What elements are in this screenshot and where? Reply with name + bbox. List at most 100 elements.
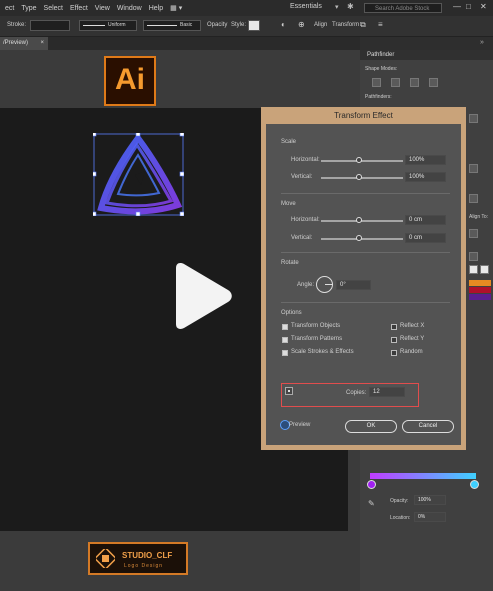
divider xyxy=(281,193,450,194)
stroke-label: Stroke: xyxy=(7,22,27,28)
panel-menu-icon[interactable]: ≡ xyxy=(378,20,383,29)
transform-patterns-label: Transform Patterns xyxy=(291,336,343,342)
illustrator-logo: Ai xyxy=(104,56,156,106)
scale-vertical-field[interactable]: 100% xyxy=(405,172,446,182)
align-to-icon[interactable] xyxy=(469,229,478,238)
opacity-label: Opacity: xyxy=(390,498,409,504)
menu-window[interactable]: Window xyxy=(117,5,142,12)
isolate-icon[interactable]: ⧉ xyxy=(360,20,366,30)
random-checkbox[interactable] xyxy=(391,350,397,356)
studio-logo-icon xyxy=(96,549,115,568)
graphic-style-swatch[interactable] xyxy=(248,20,260,31)
align-label[interactable]: Align xyxy=(314,22,327,28)
location-field[interactable]: 0% xyxy=(414,512,446,522)
recolor-icon[interactable]: ◐ xyxy=(281,20,286,29)
minimize-icon[interactable]: — xyxy=(453,2,461,11)
location-label: Location: xyxy=(390,515,411,521)
swatch-orange[interactable] xyxy=(469,280,491,286)
gradient-slider[interactable] xyxy=(370,473,476,479)
stroke-profile-value: Uniform xyxy=(108,22,126,28)
stock-search-input[interactable]: Search Adobe Stock xyxy=(364,3,442,13)
transform-patterns-checkbox[interactable] xyxy=(282,337,288,343)
workspace-chevron-icon[interactable]: ▾ xyxy=(335,3,339,11)
reflect-y-label: Reflect Y xyxy=(400,336,425,342)
arrange-documents-icon[interactable]: ▦ ▾ xyxy=(170,4,182,12)
stroke-line-icon xyxy=(83,25,105,26)
ok-button[interactable]: OK xyxy=(345,420,397,433)
scale-horizontal-slider[interactable] xyxy=(321,160,403,162)
eyedropper-icon[interactable]: ✎ xyxy=(368,499,375,508)
scale-vertical-slider[interactable] xyxy=(321,177,403,179)
scale-strokes-checkbox[interactable] xyxy=(282,350,288,356)
move-horizontal-slider[interactable] xyxy=(321,220,403,222)
move-vertical-field[interactable]: 0 cm xyxy=(405,233,446,243)
swatch-grid-icon[interactable] xyxy=(480,265,489,274)
find-icon[interactable]: ✱ xyxy=(347,2,354,11)
stroke-profile-select[interactable]: Uniform xyxy=(79,20,137,31)
move-horizontal-knob[interactable] xyxy=(356,217,362,223)
maximize-icon[interactable]: □ xyxy=(466,2,471,11)
minus-front-icon[interactable] xyxy=(391,78,400,87)
pathfinder-op-icon[interactable] xyxy=(469,114,478,123)
preview-label[interactable]: Preview xyxy=(289,422,310,428)
intersect-icon[interactable] xyxy=(410,78,419,87)
cancel-button[interactable]: Cancel xyxy=(402,420,454,433)
swatch-red[interactable] xyxy=(469,287,491,293)
tab-close-icon[interactable]: × xyxy=(40,37,44,50)
move-vertical-slider[interactable] xyxy=(321,238,403,240)
reference-point-icon[interactable] xyxy=(285,387,293,395)
gradient-stop-right[interactable] xyxy=(470,480,479,489)
swatch-white[interactable] xyxy=(469,265,478,274)
scale-section-label: Scale xyxy=(281,139,297,145)
scale-horizontal-field[interactable]: 100% xyxy=(405,155,446,165)
copies-field[interactable]: 12 xyxy=(369,387,405,397)
angle-field[interactable]: 0° xyxy=(336,280,371,290)
play-icon[interactable] xyxy=(168,262,234,330)
exclude-icon[interactable] xyxy=(429,78,438,87)
distribute-icon[interactable] xyxy=(469,252,478,261)
transform-objects-checkbox[interactable] xyxy=(282,324,288,330)
transform-label[interactable]: Transform xyxy=(332,22,359,28)
gradient-stop-left[interactable] xyxy=(367,480,376,489)
swatch-purple[interactable] xyxy=(469,294,491,300)
scale-vertical-knob[interactable] xyxy=(356,174,362,180)
trim-icon[interactable] xyxy=(469,194,478,203)
stroke-weight-field[interactable] xyxy=(30,20,70,31)
move-horizontal-field[interactable]: 0 cm xyxy=(405,215,446,225)
menu-help[interactable]: Help xyxy=(149,5,163,12)
move-vertical-label: Vertical: xyxy=(291,235,313,241)
document-tab-bar: /Preview) × xyxy=(0,37,360,50)
brush-select[interactable]: Basic xyxy=(143,20,201,31)
unite-icon[interactable] xyxy=(372,78,381,87)
scale-strokes-label: Scale Strokes & Effects xyxy=(291,349,354,355)
dialog-title: Transform Effect xyxy=(334,111,393,120)
menu-view[interactable]: View xyxy=(95,5,110,12)
scale-horizontal-knob[interactable] xyxy=(356,157,362,163)
close-icon[interactable]: ✕ xyxy=(480,2,487,11)
menu-type[interactable]: Type xyxy=(21,5,36,12)
opacity-label[interactable]: Opacity xyxy=(207,22,227,28)
rotate-section-label: Rotate xyxy=(281,260,299,266)
angle-label: Angle: xyxy=(297,282,315,288)
workspace-switcher[interactable]: Essentials xyxy=(290,3,322,10)
reflect-y-checkbox[interactable] xyxy=(391,337,397,343)
menu-effect[interactable]: Effect xyxy=(70,5,88,12)
move-vertical-knob[interactable] xyxy=(356,235,362,241)
document-tab[interactable]: /Preview) × xyxy=(0,37,48,50)
brush-line-icon xyxy=(147,25,177,26)
reflect-x-checkbox[interactable] xyxy=(391,324,397,330)
divide-icon[interactable] xyxy=(469,164,478,173)
selected-triangle-artwork[interactable] xyxy=(93,133,184,216)
menu-object[interactable]: ect xyxy=(5,5,14,12)
move-horizontal-label: Horizontal: xyxy=(291,217,320,223)
move-section-label: Move xyxy=(281,201,296,207)
pathfinder-tab[interactable]: Pathfinder xyxy=(360,50,493,60)
menu-select[interactable]: Select xyxy=(44,5,63,12)
angle-dial[interactable] xyxy=(316,276,333,293)
style-label: Style: xyxy=(231,22,247,28)
global-edit-icon[interactable]: ⊕ xyxy=(298,20,305,29)
panel-collapse-icon[interactable]: » xyxy=(480,39,484,46)
control-bar: Stroke: Uniform Basic Opacity Style: ◐ ⊕… xyxy=(0,16,493,37)
opacity-field[interactable]: 100% xyxy=(414,495,446,505)
angle-dial-needle xyxy=(325,284,333,285)
